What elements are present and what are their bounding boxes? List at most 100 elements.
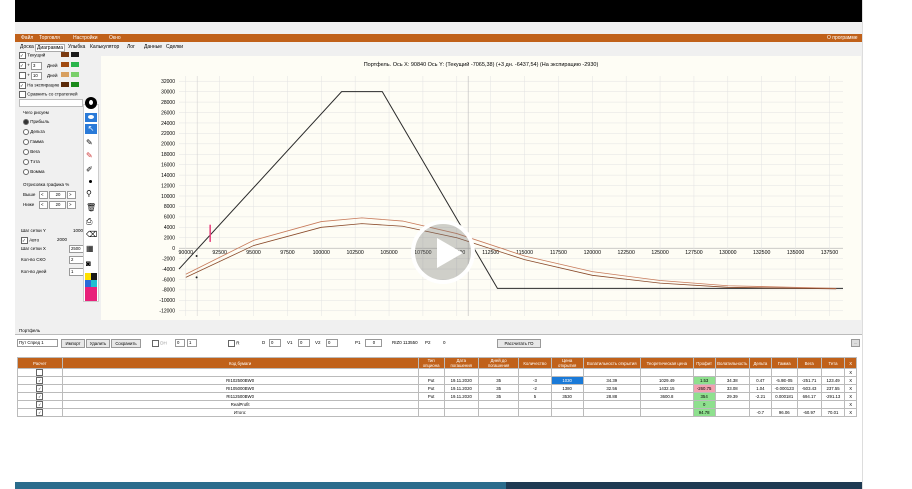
- plus-days-2-input[interactable]: 10: [31, 72, 42, 80]
- column-header[interactable]: Код бумаги: [61, 357, 419, 369]
- pencil-icon[interactable]: ✎: [86, 138, 93, 147]
- column-header[interactable]: X: [844, 357, 857, 369]
- menu-trade[interactable]: Торговля: [39, 35, 60, 41]
- p1-input[interactable]: 0: [365, 339, 382, 347]
- compare-checkbox[interactable]: [19, 91, 26, 98]
- table-cell[interactable]: -2: [518, 384, 552, 393]
- table-cell[interactable]: [518, 400, 552, 409]
- plus-1-color-swatch-2[interactable]: [71, 62, 79, 67]
- row-remove-button[interactable]: X: [844, 384, 857, 393]
- column-header[interactable]: Тета: [820, 357, 846, 369]
- column-header[interactable]: Гамма: [770, 357, 798, 369]
- above-increment[interactable]: >: [67, 191, 76, 199]
- tab-calculator[interactable]: Калькулятор: [89, 44, 120, 50]
- plus-2-color-swatch[interactable]: [61, 72, 69, 77]
- link-icon[interactable]: ⚲: [86, 189, 92, 198]
- plus-1-color-swatch[interactable]: [61, 62, 69, 67]
- above-decrement[interactable]: <: [39, 191, 48, 199]
- column-header[interactable]: Волатильность открытия: [582, 357, 641, 369]
- row-remove-button[interactable]: X: [844, 400, 857, 409]
- row-checkbox-cell[interactable]: ✓: [17, 400, 63, 409]
- v2-input[interactable]: 0: [326, 339, 338, 347]
- column-header[interactable]: Количество: [518, 357, 552, 369]
- row-checkbox[interactable]: ✓: [36, 377, 44, 384]
- delete-button[interactable]: Удалить: [86, 339, 110, 348]
- row-remove-button[interactable]: X: [844, 392, 857, 401]
- row-remove-button[interactable]: X: [844, 368, 857, 377]
- table-row[interactable]: ✓ Итого: 94.78 -0.7 96.06 -60.97 70.01 X: [17, 408, 857, 417]
- color-palette-icon[interactable]: [85, 273, 97, 301]
- column-header[interactable]: Расчет: [17, 357, 63, 369]
- tab-log[interactable]: Лог: [126, 44, 136, 50]
- column-header[interactable]: Вега: [796, 357, 822, 369]
- table-row[interactable]: ✓ RI112500BW0 Put 19.11.2020 35 5 3530 28.88 360…: [17, 392, 857, 401]
- trash-icon[interactable]: 🗑: [86, 203, 96, 212]
- expiry-color-swatch[interactable]: [61, 82, 69, 87]
- row-checkbox[interactable]: [36, 369, 44, 376]
- column-header[interactable]: Дельта: [748, 357, 772, 369]
- tab-board[interactable]: Доска: [19, 44, 35, 50]
- column-header[interactable]: Тип опциона: [417, 357, 445, 369]
- import-button[interactable]: Импорт: [61, 339, 85, 348]
- d-input[interactable]: 0: [269, 339, 281, 347]
- current-checkbox[interactable]: ✓: [19, 52, 26, 59]
- tab-data[interactable]: Данные: [143, 44, 163, 50]
- delete-icon[interactable]: ⌫: [86, 230, 97, 239]
- count-input[interactable]: 2: [69, 256, 84, 264]
- menu-file[interactable]: Файл: [21, 35, 33, 41]
- payoff-chart[interactable]: Портфель. Ось X: 90840 Ось Y: (Текущий -…: [101, 56, 861, 320]
- eraser-icon[interactable]: ✐: [86, 165, 93, 174]
- export-icon[interactable]: ⎙: [86, 217, 92, 227]
- red-pen-icon[interactable]: ✎: [86, 151, 93, 160]
- plus-2-color-swatch-2[interactable]: [71, 72, 79, 77]
- row-checkbox[interactable]: ✓: [36, 393, 44, 400]
- column-header[interactable]: Дата погашения: [443, 357, 479, 369]
- below-increment[interactable]: >: [67, 201, 76, 209]
- progress-bar[interactable]: [15, 482, 862, 489]
- table-row[interactable]: X: [17, 368, 857, 377]
- lightbulb-icon[interactable]: [85, 97, 97, 109]
- at-expiry-checkbox[interactable]: ✓: [19, 82, 26, 89]
- table-row[interactable]: ✓ RI102500BW0 Put 19.11.2020 35 -3 1030 34.39 10…: [17, 376, 857, 385]
- row-checkbox-cell[interactable]: ✓: [17, 408, 63, 417]
- tab-smile[interactable]: Улыбка: [67, 44, 86, 50]
- play-button[interactable]: [411, 220, 475, 284]
- row-checkbox[interactable]: ✓: [36, 401, 44, 408]
- menu-window[interactable]: Окно: [109, 35, 121, 41]
- above-input[interactable]: 20: [49, 191, 66, 199]
- radio-gamma[interactable]: [23, 139, 29, 145]
- row-checkbox-cell[interactable]: [17, 368, 63, 377]
- calculate-margin-button[interactable]: Рассчитать ГО: [497, 339, 541, 348]
- current-color-swatch[interactable]: [61, 52, 69, 57]
- row-checkbox[interactable]: ✓: [36, 385, 44, 392]
- video-player[interactable]: Файл Торговля Настройки Окно О программе…: [15, 0, 862, 489]
- collapse-button[interactable]: ..: [851, 339, 860, 347]
- save-button[interactable]: Сохранить: [111, 339, 141, 348]
- below-decrement[interactable]: <: [39, 201, 48, 209]
- below-input[interactable]: 20: [49, 201, 66, 209]
- column-header[interactable]: Дней до погашения: [477, 357, 520, 369]
- plus-days-2-checkbox[interactable]: [19, 72, 26, 79]
- r-checkbox[interactable]: [228, 340, 235, 347]
- auto-checkbox[interactable]: ✓: [21, 237, 28, 244]
- v1-input[interactable]: 0: [298, 339, 310, 347]
- row-remove-button[interactable]: X: [844, 376, 857, 385]
- days-input[interactable]: 1: [69, 268, 84, 276]
- tab-deals[interactable]: Сделки: [165, 44, 184, 50]
- table-cell[interactable]: [518, 368, 552, 377]
- eye-icon[interactable]: [85, 113, 97, 122]
- plus-days-1-input[interactable]: 3: [31, 62, 42, 70]
- row-checkbox[interactable]: ✓: [36, 409, 44, 416]
- camera-icon[interactable]: ◙: [86, 259, 91, 268]
- column-header[interactable]: Профит: [692, 357, 716, 369]
- table-row[interactable]: ✓ RI105000BW0 Put 19.11.2020 35 -2 1380 32.56 14…: [17, 384, 857, 393]
- radio-vomma[interactable]: [23, 169, 29, 175]
- menu-settings[interactable]: Настройки: [73, 35, 98, 41]
- strategy-compare-select[interactable]: [19, 99, 83, 107]
- table-row[interactable]: ✓ RealProfit 0 X: [17, 400, 857, 409]
- row-remove-button[interactable]: X: [844, 408, 857, 417]
- row-checkbox-cell[interactable]: ✓: [17, 392, 63, 401]
- column-header[interactable]: Волатильность: [714, 357, 750, 369]
- tab-diagram[interactable]: Диаграмма: [35, 44, 66, 52]
- dot-icon[interactable]: [89, 180, 92, 183]
